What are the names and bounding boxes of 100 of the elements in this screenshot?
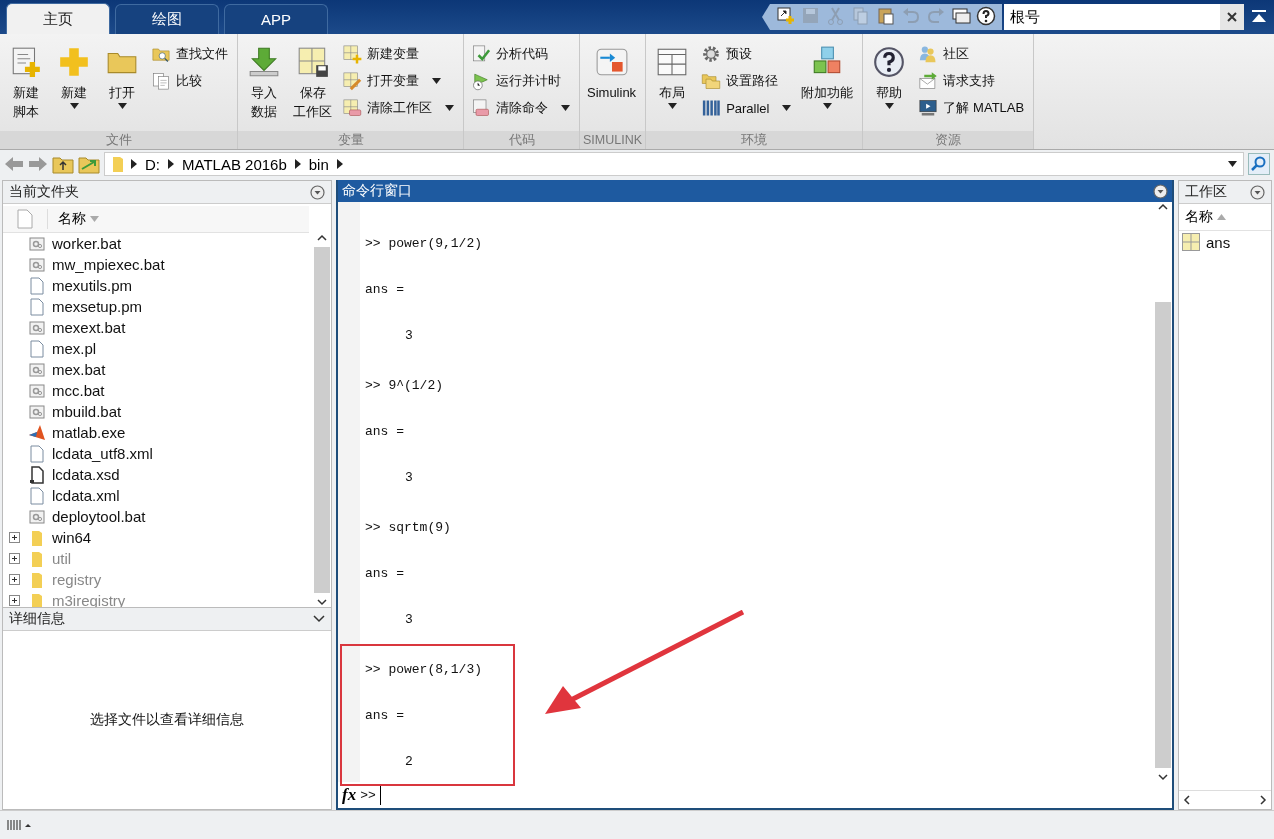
- windows-icon[interactable]: [951, 5, 971, 26]
- ribbon-button[interactable]: 新建: [52, 40, 96, 131]
- path-segment[interactable]: D:: [143, 155, 162, 173]
- scrollbar[interactable]: [1154, 202, 1172, 782]
- browse-folder-icon[interactable]: [78, 154, 100, 174]
- ribbon-button[interactable]: Simulink: [584, 40, 640, 131]
- eraser-icon: [471, 98, 491, 118]
- scroll-right-icon[interactable]: [1259, 795, 1267, 805]
- search-field[interactable]: 根号: [1004, 4, 1220, 30]
- function-button[interactable]: fx: [342, 785, 357, 805]
- ribbon-button[interactable]: 清除命令: [468, 96, 573, 120]
- file-name[interactable]: matlab.exe: [52, 424, 126, 441]
- ribbon-button[interactable]: 导入 数据: [242, 40, 286, 131]
- scroll-down-icon[interactable]: [316, 597, 328, 607]
- ribbon-tab[interactable]: 主页: [6, 3, 110, 34]
- chevron-icon[interactable]: [131, 159, 137, 169]
- folder-icon: [30, 549, 44, 568]
- ribbon-button[interactable]: 清除工作区: [339, 96, 457, 120]
- gear-file-icon: [29, 319, 45, 336]
- file-name[interactable]: mex.bat: [52, 361, 106, 378]
- file-name[interactable]: win64: [52, 529, 92, 546]
- scrollbar[interactable]: [313, 233, 331, 607]
- ribbon-button[interactable]: 设置路径: [698, 69, 795, 93]
- file-name[interactable]: lcdata_utf8.xml: [52, 445, 153, 462]
- file-icon: [29, 444, 45, 463]
- ribbon-button[interactable]: Parallel: [698, 96, 795, 120]
- panel-menu-icon[interactable]: [1250, 184, 1265, 200]
- scroll-up-icon[interactable]: [316, 233, 328, 243]
- command-text: >> sqrtm(9): [365, 519, 451, 535]
- command-text: >> 9^(1/2): [365, 377, 443, 393]
- scroll-up-icon[interactable]: [1157, 202, 1169, 212]
- panel-title: 工作区: [1185, 183, 1227, 201]
- ribbon-button[interactable]: 保存 工作区: [290, 40, 335, 131]
- folder-icon: [30, 570, 44, 589]
- file-icon: [17, 209, 33, 229]
- scroll-left-icon[interactable]: [1183, 795, 1191, 805]
- scroll-down-icon[interactable]: [1157, 772, 1169, 782]
- panel-menu-icon[interactable]: [1153, 183, 1168, 199]
- ribbon-button[interactable]: 附加功能: [798, 40, 857, 131]
- help-icon[interactable]: [976, 5, 996, 26]
- ribbon-button[interactable]: 新建 脚本: [4, 40, 48, 131]
- paste-icon[interactable]: [876, 5, 896, 26]
- gear-file-icon: [29, 508, 45, 525]
- monitor-icon: [918, 98, 939, 118]
- chevron-icon[interactable]: [294, 159, 301, 169]
- folder-icon: [30, 528, 44, 547]
- ribbon-button[interactable]: 打开: [100, 40, 144, 131]
- file-name[interactable]: mw_mpiexec.bat: [52, 256, 165, 273]
- ribbon-button[interactable]: 运行并计时: [468, 69, 573, 93]
- group-label: 环境: [646, 131, 863, 149]
- search-icon[interactable]: [1248, 153, 1270, 175]
- ribbon-button[interactable]: 社区: [915, 42, 1028, 66]
- document-check-icon: [471, 44, 491, 64]
- shortcut-icon[interactable]: [776, 5, 796, 26]
- peak-logo-icon: [28, 423, 46, 442]
- ribbon-button[interactable]: 打开变量: [339, 69, 457, 93]
- ribbon-tab[interactable]: APP: [224, 4, 328, 34]
- file-name[interactable]: worker.bat: [52, 235, 122, 252]
- sort-down-icon: [90, 216, 99, 222]
- file-name[interactable]: mexsetup.pm: [52, 298, 143, 315]
- clear-icon[interactable]: [1220, 4, 1244, 30]
- chevron-down-icon[interactable]: [313, 615, 325, 623]
- ribbon-button[interactable]: 比较: [148, 69, 231, 93]
- ribbon-button[interactable]: 了解 MATLAB: [915, 96, 1028, 120]
- expand-icon[interactable]: [8, 532, 20, 543]
- path-segment[interactable]: bin: [306, 155, 331, 173]
- chevron-icon[interactable]: [168, 159, 174, 169]
- ribbon-button[interactable]: 请求支持: [915, 69, 1028, 93]
- file-name[interactable]: mcc.bat: [52, 382, 105, 399]
- output-text: ans =: [365, 281, 404, 297]
- ribbon-button[interactable]: 布局: [650, 40, 695, 131]
- column-header[interactable]: 名称: [58, 210, 99, 228]
- column-header[interactable]: 名称: [1185, 208, 1226, 226]
- group-label: SIMULINK: [580, 131, 646, 149]
- up-folder-icon[interactable]: [52, 154, 74, 174]
- file-name[interactable]: mexutils.pm: [52, 277, 133, 294]
- ribbon-button[interactable]: 新建变量: [339, 42, 457, 66]
- file-name[interactable]: lcdata.xsd: [52, 466, 120, 483]
- address-bar[interactable]: D: MATLAB 2016b bin: [104, 152, 1244, 176]
- ribbon-button[interactable]: 查找文件: [148, 42, 231, 66]
- file-name[interactable]: mexext.bat: [52, 319, 126, 336]
- file-name[interactable]: mex.pl: [52, 340, 97, 357]
- file-name[interactable]: lcdata.xml: [52, 487, 120, 504]
- ribbon-button[interactable]: 预设: [698, 42, 795, 66]
- output-text: 2: [405, 753, 413, 769]
- output-text: 3: [405, 611, 413, 627]
- chevron-icon[interactable]: [336, 159, 343, 169]
- path-segment[interactable]: MATLAB 2016b: [180, 155, 289, 173]
- ribbon-tab[interactable]: 绘图: [115, 4, 219, 34]
- download-arrow-icon: [247, 45, 281, 79]
- file-icon: [29, 276, 45, 295]
- ribbon-button[interactable]: 帮助: [867, 40, 912, 131]
- variable-name[interactable]: ans: [1206, 233, 1231, 251]
- ribbon-button[interactable]: 分析代码: [468, 42, 573, 66]
- file-icon: [29, 465, 45, 484]
- command-text: >> power(8,1/3): [365, 661, 483, 677]
- panel-menu-icon[interactable]: [310, 184, 325, 200]
- file-name[interactable]: deploytool.bat: [52, 508, 146, 525]
- grid-eraser-icon: [342, 98, 362, 118]
- file-name[interactable]: mbuild.bat: [52, 403, 122, 420]
